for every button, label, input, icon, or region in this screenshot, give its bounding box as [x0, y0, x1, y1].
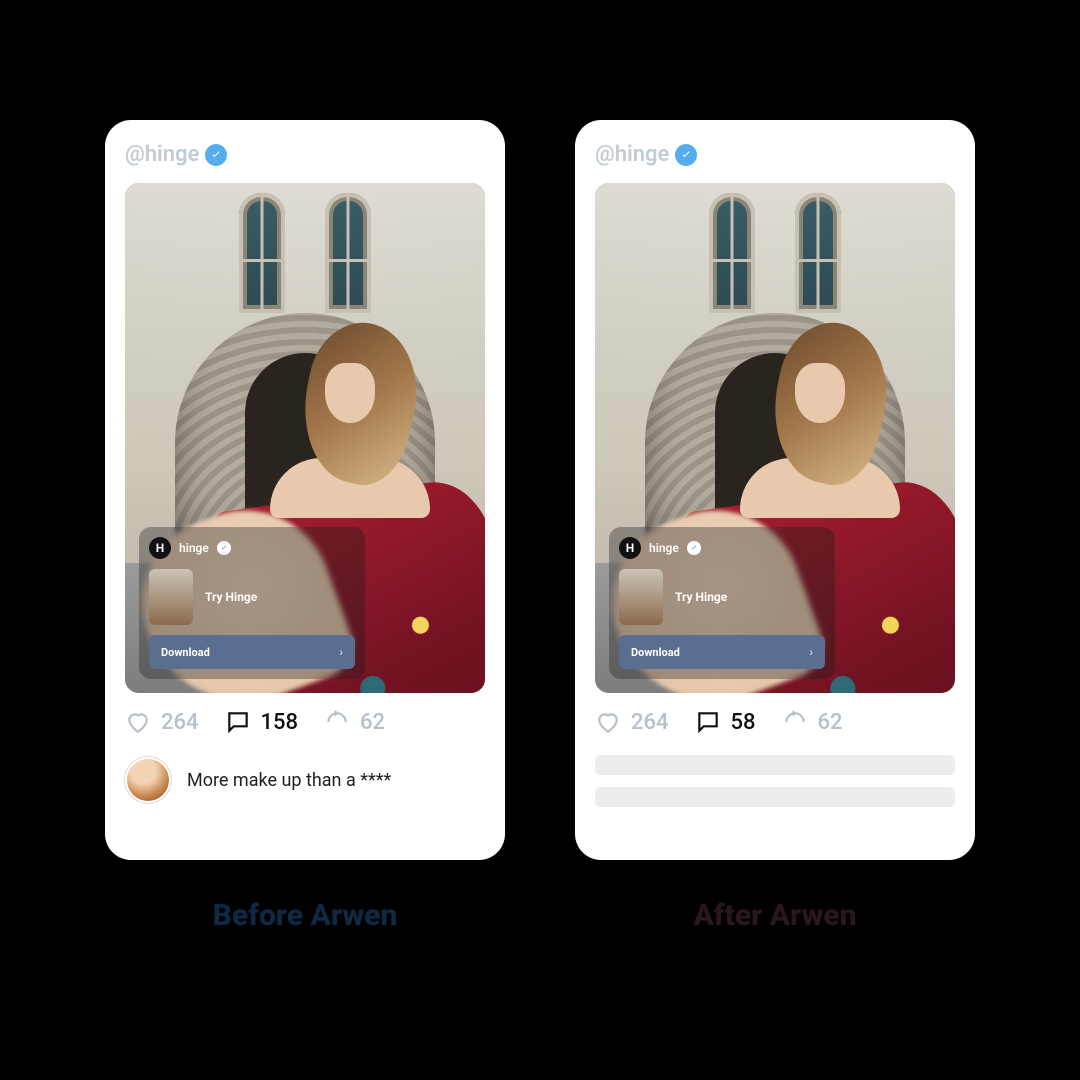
share-count: 62 — [818, 710, 843, 735]
post-card-after: @hinge H hinge — [575, 120, 975, 860]
share-count: 62 — [360, 710, 385, 735]
promo-header: H hinge — [619, 537, 825, 559]
promo-thumbnail — [149, 569, 193, 625]
comment-icon — [225, 709, 251, 735]
promo-overlay: H hinge Try Hinge Download › — [609, 527, 835, 679]
comment-button[interactable]: 158 — [225, 709, 299, 735]
handle-row: @hinge — [125, 142, 485, 167]
comment-icon — [695, 709, 721, 735]
like-count: 264 — [161, 710, 199, 735]
share-button[interactable]: 62 — [324, 709, 385, 735]
caption-after: After Arwen — [575, 898, 975, 933]
post-image[interactable]: H hinge Try Hinge Download › — [125, 183, 485, 693]
download-button[interactable]: Download › — [619, 635, 825, 669]
comment-row: More make up than a **** — [125, 757, 485, 803]
promo-header: H hinge — [149, 537, 355, 559]
promo-cta: Try Hinge — [675, 590, 727, 604]
handle-row: @hinge — [595, 142, 955, 167]
promo-overlay: H hinge Try Hinge Download › — [139, 527, 365, 679]
account-handle[interactable]: @hinge — [595, 142, 669, 167]
chevron-right-icon: › — [809, 645, 813, 659]
stats-row: 264 158 62 — [125, 709, 485, 735]
account-handle[interactable]: @hinge — [125, 142, 199, 167]
download-label: Download — [161, 646, 210, 659]
verified-badge-icon — [217, 541, 231, 555]
promo-cta: Try Hinge — [205, 590, 257, 604]
verified-badge-icon — [675, 144, 697, 166]
promo-thumbnail — [619, 569, 663, 625]
chevron-right-icon: › — [339, 645, 343, 659]
caption-row: Before Arwen After Arwen — [105, 898, 975, 933]
like-count: 264 — [631, 710, 669, 735]
share-icon — [324, 709, 350, 735]
hinge-logo-icon: H — [149, 537, 171, 559]
comparison-row: @hinge H hinge — [105, 120, 975, 860]
comment-count: 58 — [731, 710, 756, 735]
verified-badge-icon — [205, 144, 227, 166]
commenter-avatar[interactable] — [125, 757, 171, 803]
caption-before: Before Arwen — [105, 898, 505, 933]
download-button[interactable]: Download › — [149, 635, 355, 669]
like-button[interactable]: 264 — [125, 709, 199, 735]
heart-icon — [595, 709, 621, 735]
promo-body: Try Hinge — [149, 569, 355, 625]
share-icon — [782, 709, 808, 735]
hinge-logo-icon: H — [619, 537, 641, 559]
placeholder-line — [595, 755, 955, 775]
post-image[interactable]: H hinge Try Hinge Download › — [595, 183, 955, 693]
heart-icon — [125, 709, 151, 735]
promo-body: Try Hinge — [619, 569, 825, 625]
promo-brand: hinge — [179, 541, 209, 555]
post-card-before: @hinge H hinge — [105, 120, 505, 860]
comment-count: 158 — [261, 710, 299, 735]
share-button[interactable]: 62 — [782, 709, 843, 735]
verified-badge-icon — [687, 541, 701, 555]
comment-text: More make up than a **** — [187, 770, 391, 791]
placeholder-line — [595, 787, 955, 807]
comment-button[interactable]: 58 — [695, 709, 756, 735]
empty-comment-placeholder — [595, 755, 955, 807]
like-button[interactable]: 264 — [595, 709, 669, 735]
download-label: Download — [631, 646, 680, 659]
stats-row: 264 58 62 — [595, 709, 955, 735]
promo-brand: hinge — [649, 541, 679, 555]
